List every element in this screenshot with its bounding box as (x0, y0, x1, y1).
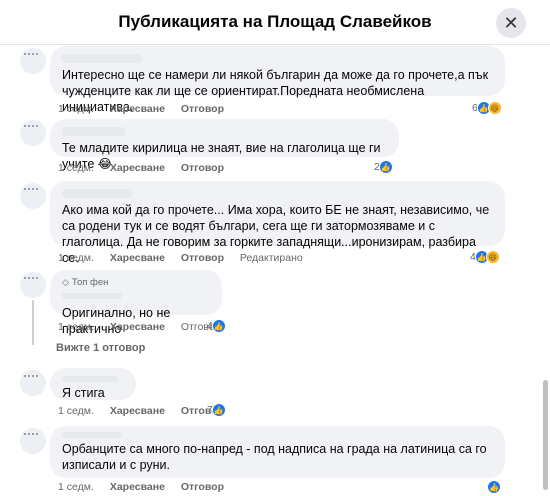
like-reaction-icon: 👍 (378, 160, 393, 174)
like-reaction-icon: 👍 (211, 319, 226, 333)
like-button[interactable]: Харесване (110, 405, 165, 417)
author-name[interactable] (62, 376, 118, 382)
reply-button[interactable]: Отговор (181, 481, 224, 493)
reaction-summary[interactable]: 6 👍 😆 (472, 100, 502, 116)
thread-line (32, 300, 34, 345)
edited-label: Редактирано (239, 252, 303, 264)
reaction-summary[interactable]: 4 👍 😆 (470, 249, 500, 265)
comment-bubble: Я стига (50, 368, 136, 400)
top-fan-badge: ◇ Топ фен (62, 277, 109, 288)
page-title: Публикацията на Площад Славейков (118, 12, 432, 31)
like-button[interactable]: Харесване (110, 252, 165, 264)
like-button[interactable]: Харесване (110, 103, 165, 115)
author-name[interactable] (62, 127, 126, 136)
comment-actions: 1 седм. Харесване Отговор Редактирано (58, 252, 316, 264)
reaction-summary[interactable]: 7 👍 (207, 402, 226, 418)
reaction-summary[interactable]: 👍 (487, 479, 501, 495)
author-name[interactable] (62, 432, 122, 438)
avatar[interactable] (20, 272, 46, 298)
comment-bubble: Орбанците са много по-напред - под надпи… (50, 426, 505, 478)
comment-actions: 1 седм. Харесване Отговор (58, 162, 237, 174)
avatar[interactable] (20, 183, 46, 209)
comment-text: Орбанците са много по-напред - под надпи… (62, 442, 487, 472)
comment-bubble: Те младите кирилица не знаят, вие на гла… (50, 119, 399, 171)
reaction-summary[interactable]: 4 👍 (207, 318, 226, 334)
diamond-icon: ◇ (62, 277, 69, 287)
scrollbar-thumb[interactable] (543, 380, 548, 490)
comment-text: Я стига (62, 386, 105, 400)
like-button[interactable]: Харесване (110, 481, 165, 493)
comment-bubble: Ако има кой да го прочете... Има хора, к… (50, 181, 505, 265)
like-reaction-icon: 👍 (211, 403, 226, 417)
haha-reaction-icon: 😆 (485, 250, 500, 264)
author-name[interactable] (62, 54, 142, 63)
dialog-header: Публикацията на Площад Славейков ✕ (0, 0, 550, 45)
reaction-summary[interactable]: 2 👍 (374, 159, 393, 175)
view-replies-link[interactable]: Вижте 1 отговор (56, 342, 145, 354)
comment-bubble: ◇ Топ фен Оригинално, но не практично (50, 270, 222, 336)
comment-actions: 1 седм. Харесване Отговс (58, 321, 227, 333)
comment-actions: 1 седм. Харесване Отговор (58, 103, 237, 115)
comment-time[interactable]: 1 седм. (58, 481, 94, 493)
comment-actions: 1 седм. Харесване Отговор (58, 481, 237, 493)
like-button[interactable]: Харесване (110, 162, 165, 174)
comment-bubble: Интересно ще се намери ли някой българин… (50, 46, 505, 114)
avatar[interactable] (20, 48, 46, 74)
close-icon[interactable]: ✕ (496, 8, 526, 38)
like-reaction-icon: 👍 (487, 480, 501, 494)
avatar[interactable] (20, 428, 46, 454)
comment-time[interactable]: 1 седм. (58, 103, 94, 115)
reply-button[interactable]: Отговор (181, 162, 224, 174)
reply-button[interactable]: Отговор (181, 103, 224, 115)
reply-button[interactable]: Отговор (181, 252, 224, 264)
comment-time[interactable]: 1 седм. (58, 162, 94, 174)
author-name[interactable] (62, 293, 122, 299)
avatar[interactable] (20, 120, 46, 146)
comment-time[interactable]: 1 седм. (58, 252, 94, 264)
haha-reaction-icon: 😆 (487, 101, 502, 115)
comment-time[interactable]: 1 седм. (58, 405, 94, 417)
avatar[interactable] (20, 370, 46, 396)
like-button[interactable]: Харесване (110, 321, 165, 333)
comment-time[interactable]: 1 седм. (58, 321, 94, 333)
author-name[interactable] (62, 189, 132, 198)
